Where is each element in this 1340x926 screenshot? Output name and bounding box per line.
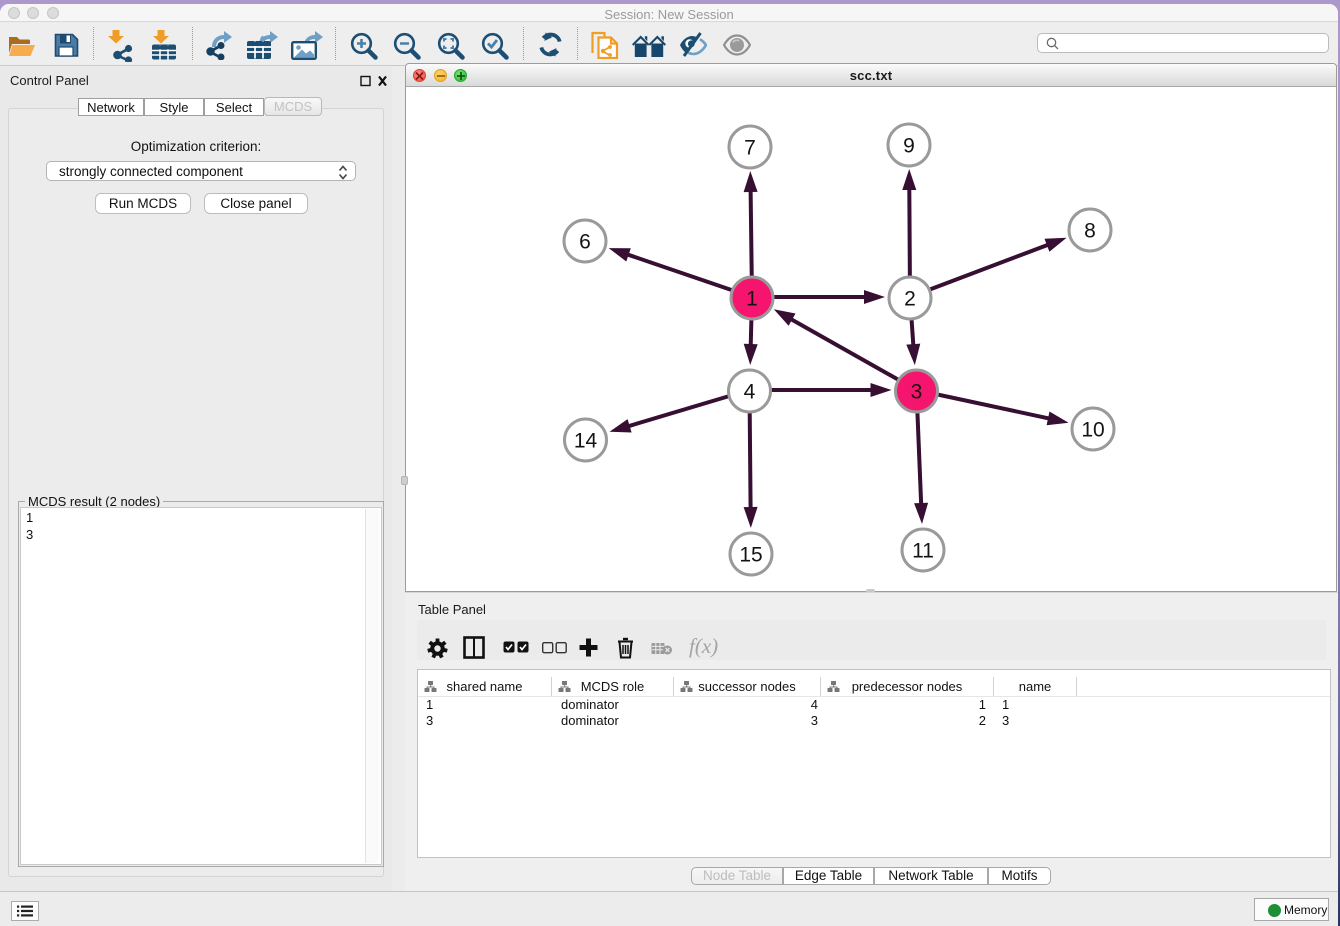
svg-text:10: 10	[1081, 419, 1104, 442]
svg-text:9: 9	[903, 135, 915, 158]
svg-text:8: 8	[1084, 220, 1096, 243]
svg-text:1: 1	[746, 288, 758, 311]
svg-text:6: 6	[579, 231, 591, 254]
svg-text:3: 3	[911, 381, 923, 404]
svg-text:14: 14	[574, 430, 598, 453]
svg-text:2: 2	[904, 288, 916, 311]
svg-text:11: 11	[912, 540, 934, 563]
svg-text:7: 7	[744, 137, 756, 160]
svg-text:15: 15	[739, 544, 762, 567]
svg-text:4: 4	[744, 381, 756, 404]
